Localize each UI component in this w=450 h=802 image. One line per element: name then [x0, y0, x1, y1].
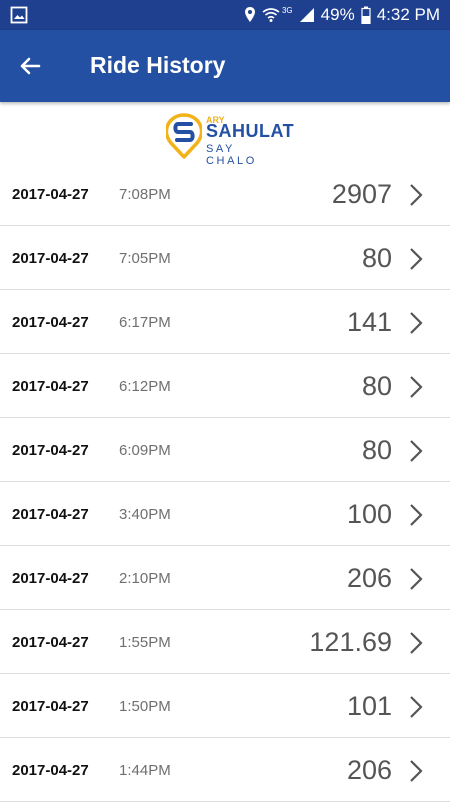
image-icon: [10, 6, 28, 29]
chevron-right-icon: [410, 760, 423, 782]
ride-time: 6:17PM: [119, 314, 171, 331]
list-item[interactable]: 2017-04-27 6:09PM 80: [0, 418, 450, 482]
ride-time: 3:40PM: [119, 506, 171, 523]
list-item[interactable]: 2017-04-27 2:10PM 206: [0, 546, 450, 610]
logo-mark-icon: [166, 113, 202, 159]
ride-date: 2017-04-27: [12, 442, 89, 459]
chevron-right-icon: [410, 376, 423, 398]
ride-amount: 206: [346, 755, 392, 785]
app-bar: Ride History: [0, 30, 450, 102]
list-item[interactable]: 2017-04-27 6:17PM 141: [0, 290, 450, 354]
ride-amount: 100: [346, 499, 392, 529]
ride-time: 1:50PM: [119, 698, 171, 715]
chevron-right-icon: [410, 696, 423, 718]
signal-icon: [299, 8, 314, 22]
ride-date: 2017-04-27: [12, 186, 89, 203]
ride-date: 2017-04-27: [12, 250, 89, 267]
chevron-right-icon: [410, 248, 423, 270]
ride-amount: 80: [361, 371, 392, 401]
wifi-icon: [262, 8, 280, 22]
ride-date: 2017-04-27: [12, 570, 89, 587]
ride-amount: 121.69: [309, 627, 392, 657]
ride-time: 1:55PM: [119, 634, 171, 651]
clock: 4:32 PM: [376, 5, 440, 24]
network-type: 3G: [281, 5, 293, 15]
chevron-right-icon: [410, 568, 423, 590]
ride-time: 1:44PM: [119, 762, 171, 779]
ride-amount: 80: [361, 243, 392, 273]
chevron-right-icon: [410, 184, 423, 206]
chevron-right-icon: [410, 440, 423, 462]
battery-percent: 49%: [320, 5, 355, 24]
back-arrow-icon: [20, 57, 41, 75]
ride-date: 2017-04-27: [12, 314, 89, 331]
status-bar: 3G 49% 4:32 PM: [0, 0, 450, 30]
ride-amount: 101: [346, 691, 392, 721]
list-item[interactable]: 2017-04-27 7:08PM 2907: [0, 162, 450, 226]
ride-time: 6:09PM: [119, 442, 171, 459]
ride-date: 2017-04-27: [12, 378, 89, 395]
list-item[interactable]: 2017-04-27 1:50PM 101: [0, 674, 450, 738]
list-item[interactable]: 2017-04-27 7:05PM 80: [0, 226, 450, 290]
ride-date: 2017-04-27: [12, 762, 89, 779]
ride-date: 2017-04-27: [12, 698, 89, 715]
ride-time: 7:05PM: [119, 250, 171, 267]
ride-amount: 206: [346, 563, 392, 593]
list-item[interactable]: 2017-04-27 6:12PM 80: [0, 354, 450, 418]
back-button[interactable]: [14, 50, 46, 82]
list-item[interactable]: 2017-04-27 3:40PM 100: [0, 482, 450, 546]
page-title: Ride History: [90, 52, 226, 78]
ride-time: 7:08PM: [119, 186, 171, 203]
chevron-right-icon: [410, 632, 423, 654]
ride-date: 2017-04-27: [12, 634, 89, 651]
ride-amount: 80: [361, 435, 392, 465]
battery-icon: [361, 6, 371, 24]
list-item[interactable]: 2017-04-27 1:44PM 206: [0, 738, 450, 802]
ride-time: 6:12PM: [119, 378, 171, 395]
chevron-right-icon: [410, 504, 423, 526]
ride-date: 2017-04-27: [12, 506, 89, 523]
list-item[interactable]: 2017-04-27 1:55PM 121.69: [0, 610, 450, 674]
logo-name: SAHULAT: [206, 121, 295, 141]
app-logo: ARY SAHULAT SAY CHALO: [166, 113, 294, 167]
ride-amount: 141: [346, 307, 392, 337]
chevron-right-icon: [410, 312, 423, 334]
status-icons: 3G 49% 4:32 PM: [244, 0, 440, 30]
location-icon: [244, 7, 255, 22]
ride-history-list: 2017-04-27 7:08PM 2907 2017-04-27 7:05PM…: [0, 162, 450, 802]
ride-time: 2:10PM: [119, 570, 171, 587]
ride-amount: 2907: [331, 179, 392, 209]
